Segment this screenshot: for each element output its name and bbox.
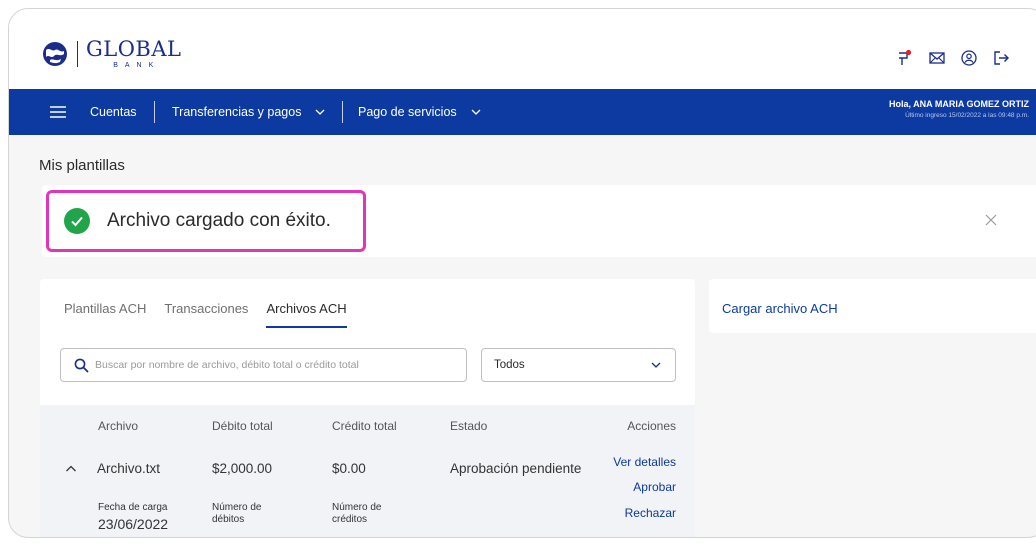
cell-estado: Aprobación pendiente [450, 461, 582, 476]
chevron-down-icon [316, 109, 325, 115]
col-header-estado: Estado [450, 419, 488, 433]
nav-item-label: Transferencias y pagos [172, 105, 302, 119]
logo-divider [77, 41, 78, 67]
logout-icon[interactable] [992, 49, 1010, 67]
nav-divider [342, 101, 343, 123]
fecha-carga-value: 23/06/2022 [98, 516, 169, 532]
cargar-archivo-ach-link[interactable]: Cargar archivo ACH [722, 301, 838, 316]
fecha-carga-label: Fecha de carga [98, 502, 168, 513]
nav-item-pago-servicios[interactable]: Pago de servicios [358, 89, 481, 135]
header-actions [896, 49, 1010, 67]
nav-item-label: Pago de servicios [358, 105, 457, 119]
tab-plantillas-ach[interactable]: Plantillas ACH [64, 301, 146, 328]
app-window: GLOBAL BANK Cuentas Transferencias y pag… [8, 8, 1036, 538]
cell-debito: $2,000.00 [212, 461, 273, 476]
tab-bar: Plantillas ACH Transacciones Archivos AC… [64, 301, 365, 328]
page-title: Mis plantillas [39, 157, 125, 174]
nav-divider [154, 101, 155, 123]
col-header-acciones: Acciones [627, 419, 676, 433]
alert-message: Archivo cargado con éxito. [107, 210, 331, 231]
bank-logo[interactable]: GLOBAL BANK [42, 39, 181, 69]
col-header-credito: Crédito total [332, 419, 397, 433]
nav-item-cuentas[interactable]: Cuentas [90, 89, 137, 135]
search-input[interactable] [95, 359, 455, 371]
hamburger-icon[interactable] [49, 103, 67, 121]
search-box [60, 348, 467, 382]
mail-icon[interactable] [928, 49, 946, 67]
brand-name: GLOBAL [86, 37, 182, 61]
user-circle-icon[interactable] [960, 49, 978, 67]
col-header-archivo: Archivo [98, 419, 139, 433]
cell-credito: $0.00 [332, 461, 366, 476]
close-icon[interactable] [984, 213, 998, 227]
check-circle-icon [64, 208, 90, 234]
files-table: Archivo Débito total Crédito total Estad… [40, 405, 695, 537]
tab-transacciones[interactable]: Transacciones [164, 301, 248, 328]
last-login: Último ingreso 15/02/2022 a las 09:48 p.… [905, 112, 1029, 119]
nav-item-label: Cuentas [90, 105, 137, 119]
filter-selected-value: Todos [494, 359, 525, 371]
upload-card: Cargar archivo ACH [709, 279, 1036, 333]
globe-logo-icon [43, 42, 67, 66]
chevron-down-icon [471, 109, 481, 115]
num-creditos-label: Número de créditos [332, 502, 382, 525]
nav-item-transferencias[interactable]: Transferencias y pagos [172, 89, 325, 135]
chevron-up-icon[interactable] [65, 463, 77, 475]
cell-archivo: Archivo.txt [97, 461, 161, 476]
flag-icon[interactable] [896, 49, 914, 67]
user-greeting: Hola, ANA MARIA GOMEZ ORTIZ [889, 99, 1029, 109]
ach-files-card: Plantillas ACH Transacciones Archivos AC… [40, 279, 695, 537]
status-filter-select[interactable]: Todos [481, 348, 676, 382]
tab-archivos-ach[interactable]: Archivos ACH [266, 301, 347, 328]
num-debitos-label: Número de débitos [212, 502, 262, 525]
ver-detalles-link[interactable]: Ver detalles [613, 455, 676, 469]
success-alert: Archivo cargado con éxito. [42, 185, 1036, 257]
chevron-down-icon [651, 362, 661, 368]
aprobar-link[interactable]: Aprobar [633, 480, 676, 494]
user-info: Hola, ANA MARIA GOMEZ ORTIZ Último ingre… [769, 99, 1029, 119]
alert-highlight: Archivo cargado con éxito. [46, 190, 366, 252]
search-icon [74, 358, 89, 373]
top-header: GLOBAL BANK [9, 9, 1036, 89]
main-nav: Cuentas Transferencias y pagos Pago de s… [9, 89, 1036, 135]
col-header-debito: Débito total [212, 419, 273, 433]
rechazar-link[interactable]: Rechazar [625, 506, 676, 520]
brand-sub: BANK [113, 62, 161, 69]
